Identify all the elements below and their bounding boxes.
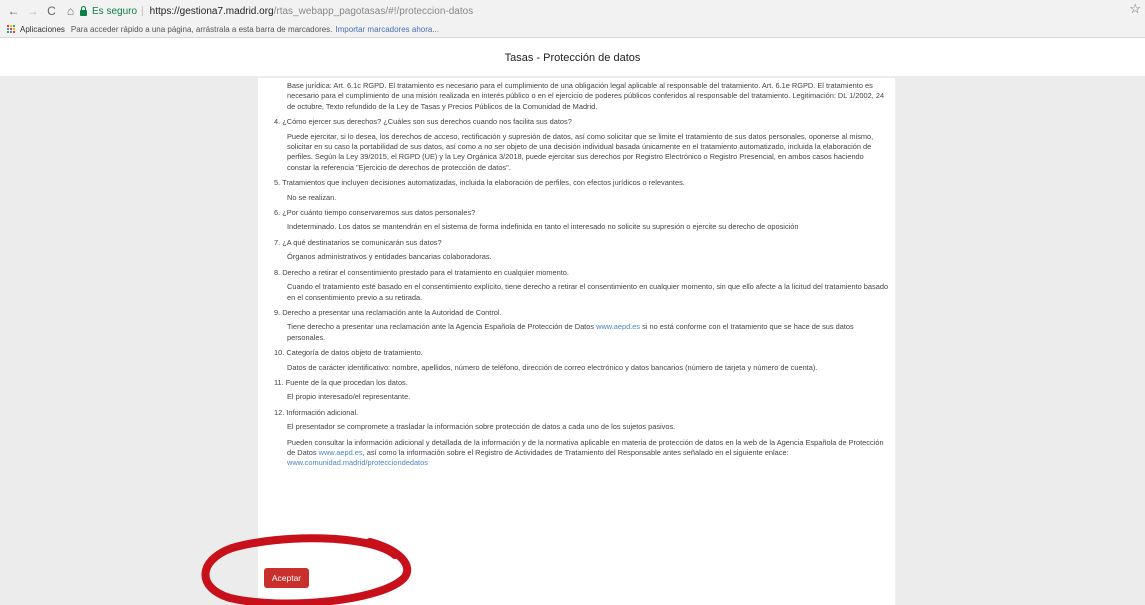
apps-grid-icon[interactable] bbox=[7, 25, 16, 34]
page-header: Tasas - Protección de datos bbox=[0, 38, 1145, 76]
reload-icon[interactable]: C bbox=[44, 4, 59, 18]
secure-label: Es seguro bbox=[92, 5, 138, 17]
aepd-link[interactable]: www.aepd.es bbox=[596, 322, 640, 331]
question-12: 12. Información adicional. bbox=[274, 407, 359, 417]
answer-9: Tiene derecho a presentar una reclamació… bbox=[274, 322, 889, 343]
highlight-circle-annotation bbox=[201, 534, 412, 605]
apps-bookmark[interactable]: Aplicaciones bbox=[20, 25, 65, 34]
back-icon[interactable]: ← bbox=[6, 4, 21, 18]
lock-icon bbox=[80, 5, 87, 16]
url-host: https://gestiona7.madrid.org bbox=[149, 5, 274, 17]
comunidad-madrid-link[interactable]: www.comunidad.madrid/protecciondedatos bbox=[287, 458, 428, 467]
answer-10: Datos de carácter identificativo: nombre… bbox=[287, 362, 818, 372]
answer-11: El propio interesado/el representante. bbox=[287, 392, 411, 402]
privacy-content: Base jurídica: Art. 6.1c RGPD. El tratam… bbox=[274, 81, 889, 469]
url-separator: | bbox=[141, 5, 144, 17]
aepd-link-2[interactable]: www.aepd.es bbox=[319, 448, 363, 457]
browser-toolbar: ← → C ⌂ Es seguro | https://gestiona7.ma… bbox=[0, 0, 1145, 22]
question-11: 11. Fuente de la que procedan los datos. bbox=[274, 377, 408, 387]
answer-12-b: Pueden consultar la información adiciona… bbox=[274, 438, 889, 469]
bookmark-star-icon[interactable]: ☆ bbox=[1129, 1, 1141, 17]
question-10: 10. Categoría de datos objeto de tratami… bbox=[274, 348, 423, 358]
forward-icon[interactable]: → bbox=[25, 4, 40, 18]
import-bookmarks-link[interactable]: Importar marcadores ahora... bbox=[335, 25, 439, 34]
answer-4: Puede ejercitar, si lo desea, los derech… bbox=[287, 131, 874, 172]
bookmarks-hint: Para acceder rápido a una página, arrást… bbox=[70, 25, 333, 34]
question-4: 4. ¿Cómo ejercer sus derechos? ¿Cuáles s… bbox=[274, 117, 572, 127]
question-7: 7. ¿A qué destinatarios se comunicarán s… bbox=[274, 237, 442, 247]
question-9: 9. Derecho a presentar una reclamación a… bbox=[274, 307, 502, 317]
page-title: Tasas - Protección de datos bbox=[504, 52, 641, 64]
question-8: 8. Derecho a retirar el consentimiento p… bbox=[274, 267, 569, 277]
question-6: 6. ¿Por cuánto tiempo conservaremos sus … bbox=[274, 208, 476, 218]
answer-8: Cuando el tratamiento esté basado en el … bbox=[287, 282, 889, 302]
url-path: /rtas_webapp_pagotasas/#!/proteccion-dat… bbox=[273, 5, 474, 17]
answer-12-text-b: , así como la información sobre el Regis… bbox=[362, 447, 789, 457]
answer-5: No se realizan. bbox=[287, 192, 337, 202]
answer-12-a: El presentador se compromete a trasladar… bbox=[287, 422, 676, 432]
address-bar[interactable]: Es seguro | https://gestiona7.madrid.org… bbox=[80, 3, 1140, 19]
answer-6: Indeterminado. Los datos se mantendrán e… bbox=[287, 222, 799, 232]
answer-9-text-a: Tiene derecho a presentar una reclamació… bbox=[287, 322, 597, 332]
home-icon[interactable]: ⌂ bbox=[63, 4, 78, 18]
bookmarks-bar: Aplicaciones Para acceder rápido a una p… bbox=[0, 22, 1145, 38]
answer-7: Órganos administrativos y entidades banc… bbox=[287, 252, 492, 262]
legal-basis-text: Base jurídica: Art. 6.1c RGPD. El tratam… bbox=[287, 81, 885, 111]
question-5: 5. Tratamientos que incluyen decisiones … bbox=[274, 178, 685, 188]
